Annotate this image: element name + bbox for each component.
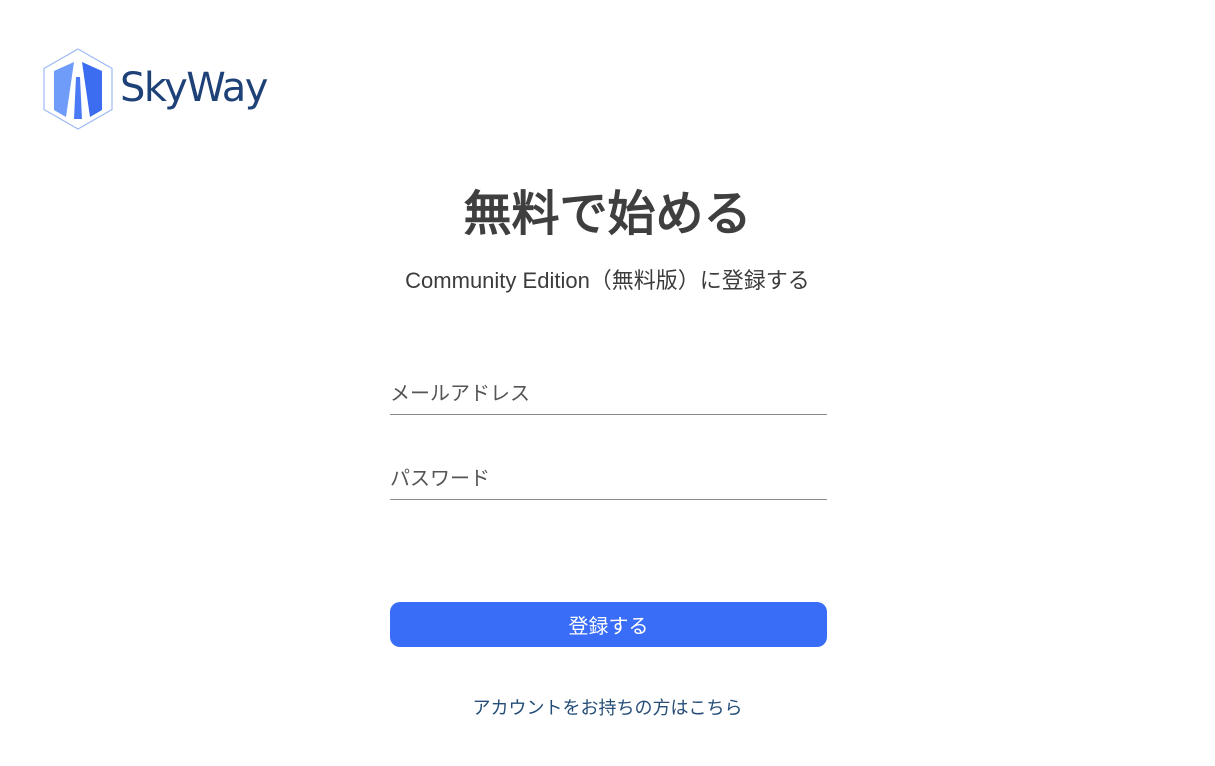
password-field-wrapper (390, 459, 827, 500)
signup-page: SkyWay 無料で始める Community Edition（無料版）に登録す… (0, 0, 1215, 766)
skyway-logo-link[interactable]: SkyWay (42, 47, 268, 131)
register-button[interactable]: 登録する (390, 602, 827, 647)
email-field[interactable] (390, 374, 827, 414)
skyway-hexagon-logo-icon (42, 47, 114, 131)
page-subtitle: Community Edition（無料版）に登録する (405, 268, 810, 293)
login-link-container: アカウントをお持ちの方はこちら (0, 696, 1215, 720)
logo-text: SkyWay (120, 65, 268, 111)
login-link[interactable]: アカウントをお持ちの方はこちら (473, 698, 743, 718)
email-field-wrapper (390, 374, 827, 415)
password-field[interactable] (390, 459, 827, 499)
page-title: 無料で始める (463, 186, 752, 242)
